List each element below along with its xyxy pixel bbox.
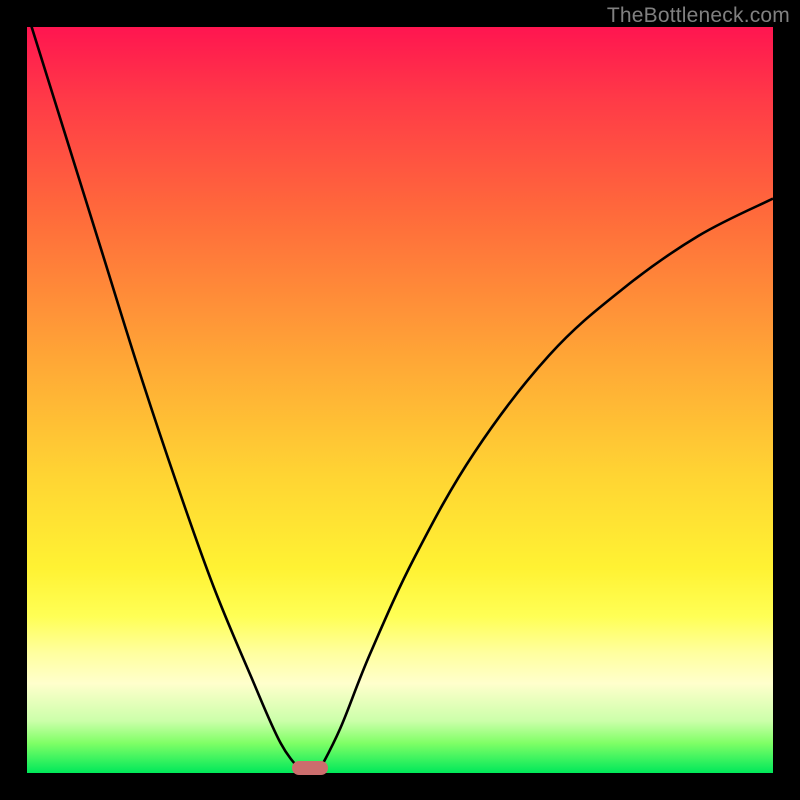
bottleneck-curve (27, 27, 773, 773)
curve-right-branch (318, 199, 773, 773)
curve-left-branch (27, 27, 303, 773)
chart-plot-area (27, 27, 773, 773)
optimal-point-marker (292, 761, 328, 775)
watermark-text: TheBottleneck.com (607, 4, 790, 28)
